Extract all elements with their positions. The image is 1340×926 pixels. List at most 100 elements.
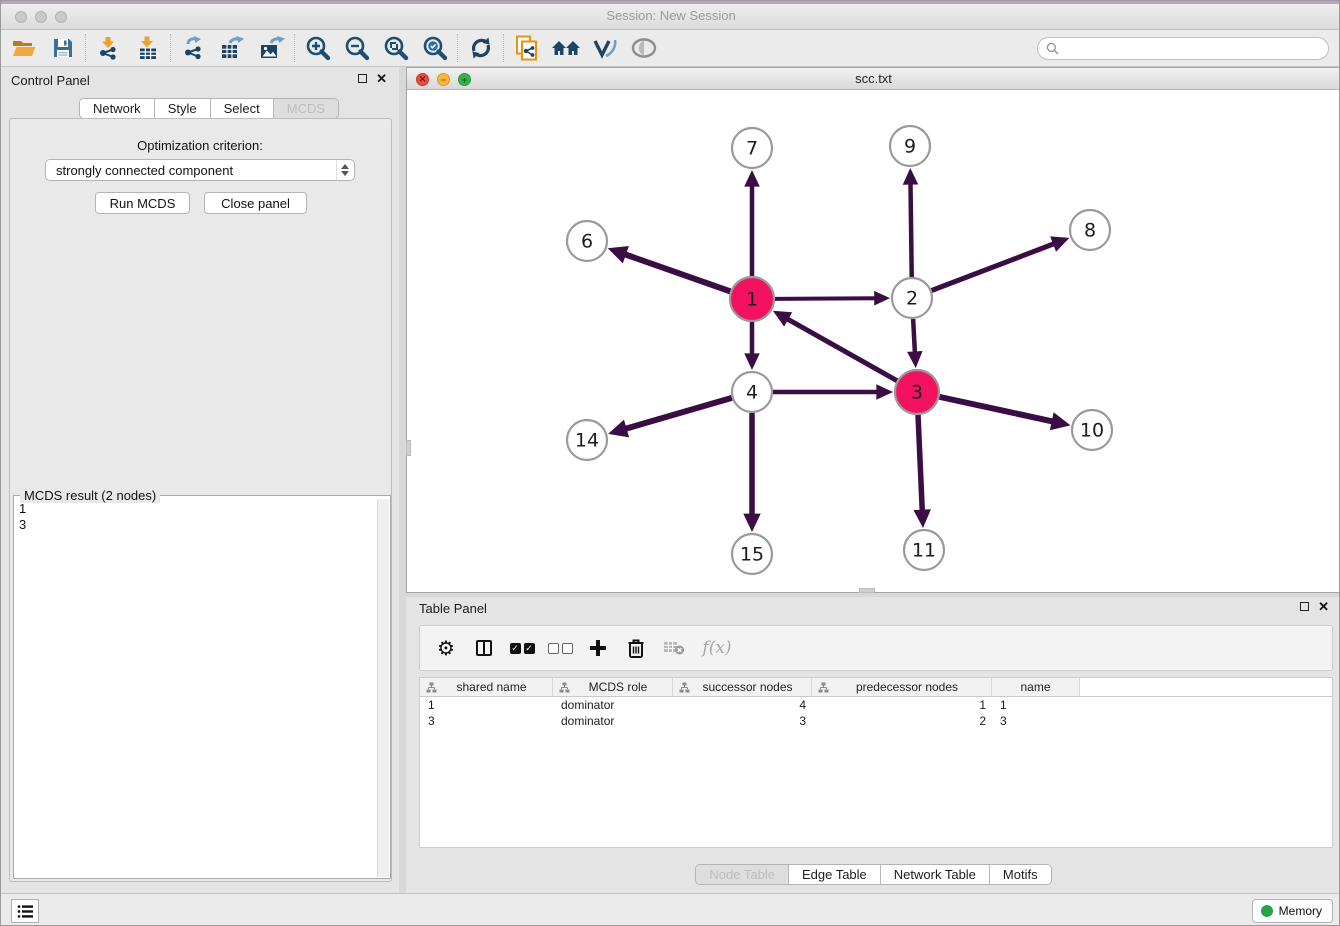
table-tabs: Node TableEdge TableNetwork TableMotifs [695,864,1051,885]
tab-motifs[interactable]: Motifs [990,865,1051,884]
cell-predecessor-nodes[interactable]: 2 [812,713,992,729]
zoom-in-button[interactable] [298,32,337,65]
show-columns-button[interactable] [472,636,496,660]
clone-network-button[interactable] [507,32,546,65]
graph-node-label-9: 9 [904,136,916,158]
tab-style[interactable]: Style [155,99,211,118]
tab-network-table[interactable]: Network Table [881,865,990,884]
cell-name[interactable]: 3 [992,713,1080,729]
network-window-titlebar[interactable]: ✕ − + scc.txt [407,68,1340,90]
zoom-selected-icon [422,35,448,61]
splitter-grip-horizontal[interactable] [859,588,875,593]
export-table-button[interactable] [213,32,252,65]
float-panel-icon[interactable] [1300,602,1309,611]
run-mcds-button[interactable]: Run MCDS [95,192,190,214]
graph-edge-3-1[interactable] [786,318,897,380]
column-header-MCDS-role[interactable]: MCDS role [553,678,673,696]
control-panel-tabs: NetworkStyleSelectMCDS [79,98,339,119]
column-header-shared-name[interactable]: shared name [420,678,553,696]
function-builder-button[interactable]: f(x) [700,636,734,660]
import-table-icon [136,36,160,60]
graph-edge-arrowhead [913,509,930,528]
table-panel: Table Panel ✕ ⚙ ✓✓ [406,597,1340,893]
toolbar-separator [85,34,86,62]
cell-shared-name[interactable]: 3 [420,713,553,729]
import-network-button[interactable] [89,32,128,65]
toolbar-separator [294,34,295,62]
column-header-successor-nodes[interactable]: successor nodes [673,678,812,696]
unselect-all-columns-button[interactable] [548,636,572,660]
hide-details-button[interactable] [585,32,624,65]
export-image-icon [259,36,285,60]
open-session-button[interactable] [4,32,43,65]
graph-node-label-6: 6 [581,231,593,253]
memory-button[interactable]: Memory [1252,899,1333,923]
cell-MCDS-role[interactable]: dominator [553,713,673,729]
export-image-button[interactable] [252,32,291,65]
graph-edge-2-9[interactable] [910,183,911,277]
table-settings-button[interactable]: ⚙ [434,636,458,660]
table-body: 1dominator4113dominator323 [420,697,1332,729]
graph-edge-arrowhead [608,420,629,438]
cell-MCDS-role[interactable]: dominator [553,697,673,713]
delete-table-button[interactable] [662,636,686,660]
birdseye-view-button[interactable] [624,32,663,65]
close-panel-button[interactable]: Close panel [204,192,307,214]
graph-edge-3-10[interactable] [939,397,1053,422]
import-table-button[interactable] [128,32,167,65]
network-canvas[interactable]: 1234678910111415 [407,90,1340,592]
graph-edge-arrowhead [1050,412,1071,430]
graph-edge-2-3[interactable] [913,319,915,353]
tab-network[interactable]: Network [80,99,155,118]
float-panel-icon[interactable] [358,74,367,83]
graph-edge-1-6[interactable] [624,254,730,291]
cell-predecessor-nodes[interactable]: 1 [812,697,992,713]
close-panel-icon[interactable]: ✕ [376,74,387,83]
zoom-fit-button[interactable] [376,32,415,65]
cell-successor-nodes[interactable]: 4 [673,697,812,713]
tab-edge-table[interactable]: Edge Table [789,865,881,884]
result-scrollbar[interactable] [377,499,389,877]
graph-node-label-8: 8 [1084,220,1096,242]
home-view-button[interactable] [546,32,585,65]
network-graph[interactable]: 1234678910111415 [407,90,1340,592]
graph-node-label-10: 10 [1080,420,1104,442]
cell-successor-nodes[interactable]: 3 [673,713,812,729]
graph-edge-3-11[interactable] [918,415,922,512]
delete-table-icon [663,640,685,656]
graph-edge-2-8[interactable] [932,243,1055,290]
control-panel: Control Panel ✕ NetworkStyleSelectMCDS O… [1,67,399,893]
node-table: shared nameMCDS rolesuccessor nodesprede… [419,677,1333,848]
optimization-criterion-select[interactable]: strongly connected component [45,159,355,181]
add-column-button[interactable] [586,636,610,660]
dropdown-stepper-icon [336,160,352,180]
cell-name[interactable]: 1 [992,697,1080,713]
tab-mcds[interactable]: MCDS [274,99,338,118]
tab-select[interactable]: Select [211,99,274,118]
cell-shared-name[interactable]: 1 [420,697,553,713]
splitter-grip-vertical[interactable] [406,440,411,456]
zoom-selected-button[interactable] [415,32,454,65]
zoom-out-button[interactable] [337,32,376,65]
delete-column-button[interactable] [624,636,648,660]
table-row[interactable]: 1dominator411 [420,697,1332,713]
apply-layout-button[interactable] [461,32,500,65]
graph-edge-1-2[interactable] [775,298,876,299]
titlebar: Session: New Session [1,1,1340,30]
export-network-button[interactable] [174,32,213,65]
task-history-button[interactable] [11,899,39,923]
table-row[interactable]: 3dominator323 [420,713,1332,729]
column-header-predecessor-nodes[interactable]: predecessor nodes [812,678,992,696]
refresh-icon [468,35,494,61]
graph-node-label-4: 4 [746,382,758,404]
column-header-name[interactable]: name [992,678,1080,696]
graph-edge-4-14[interactable] [625,398,732,429]
close-panel-icon[interactable]: ✕ [1318,602,1329,611]
table-toolbar: ⚙ ✓✓ [419,625,1333,671]
save-session-button[interactable] [43,32,82,65]
search-field[interactable] [1037,37,1329,60]
search-input[interactable] [1059,40,1320,56]
tab-node-table[interactable]: Node Table [696,865,789,884]
mcds-result-text[interactable]: 1 3 [15,499,376,877]
select-all-columns-button[interactable]: ✓✓ [510,636,534,660]
